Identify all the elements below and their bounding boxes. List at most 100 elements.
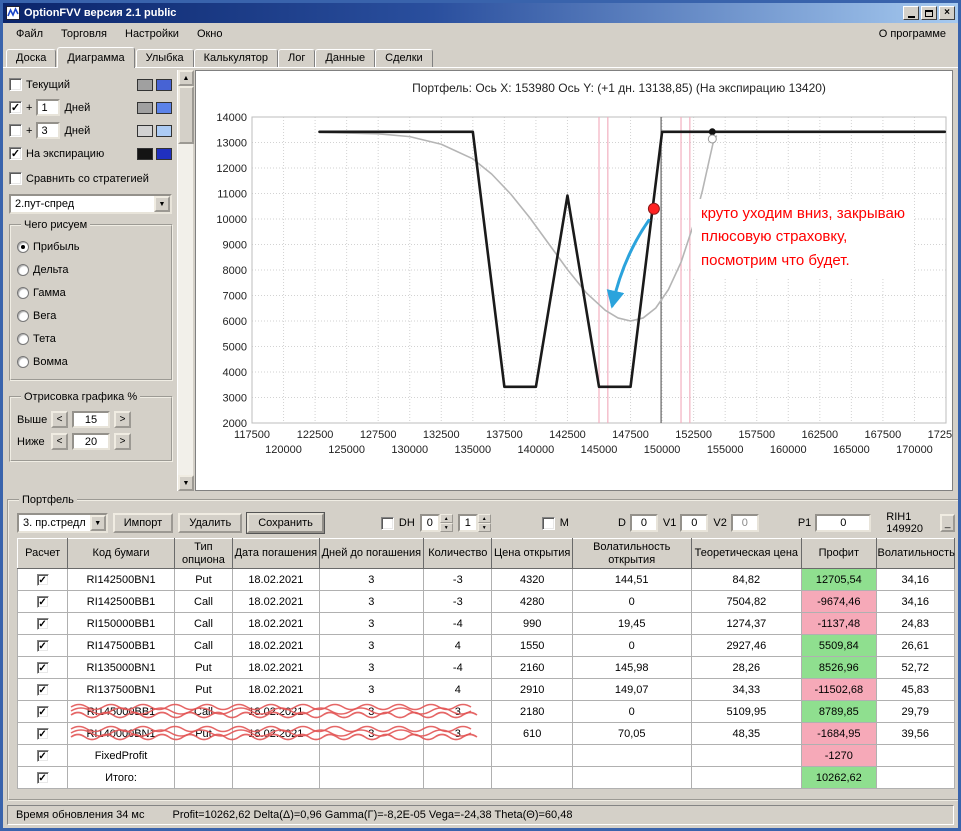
draw-radio[interactable]	[17, 332, 29, 345]
cell	[173, 766, 234, 790]
menu-item[interactable]: Настройки	[116, 25, 188, 43]
row-checkbox[interactable]: ✓	[36, 684, 49, 697]
svg-text:9000: 9000	[223, 240, 247, 252]
row-checkbox[interactable]: ✓	[36, 596, 49, 609]
spin-up-icon[interactable]: ▲	[439, 514, 453, 523]
row-checkbox[interactable]: ✓	[36, 706, 49, 719]
spin-down-icon[interactable]: ▼	[439, 523, 453, 532]
cell: 610	[491, 722, 573, 746]
cell: RI147500BB1	[67, 634, 175, 658]
series-checkbox[interactable]: ✓	[9, 101, 22, 114]
cell: 18.02.2021	[232, 590, 320, 614]
tab-6[interactable]: Сделки	[375, 49, 433, 67]
color-swatch[interactable]	[137, 124, 153, 137]
dh-checkbox[interactable]	[380, 516, 394, 530]
series-prefix: +	[26, 101, 33, 114]
maximize-button[interactable]	[921, 6, 937, 20]
profit-cell: -1684,95	[801, 722, 877, 746]
draw-option-row: Вомма	[17, 351, 165, 372]
color-swatch[interactable]	[137, 78, 153, 91]
days-input[interactable]: 1	[36, 99, 61, 116]
draw-radio[interactable]	[17, 355, 29, 368]
close-button[interactable]: ×	[939, 6, 955, 20]
portfolio-chart[interactable]: 14000 13000 12000 11000 10000 9000 8000 7000 600…	[196, 101, 952, 489]
import-button[interactable]: Импорт	[112, 513, 174, 533]
dh-spinner-2[interactable]: 1 ▲ ▼	[457, 514, 491, 532]
color-swatch[interactable]	[156, 147, 172, 160]
spin-down-icon[interactable]: ▼	[477, 523, 491, 532]
draw-radio[interactable]	[17, 240, 29, 253]
series-checkbox[interactable]: ✓	[9, 147, 22, 160]
p1-field[interactable]: 0	[815, 514, 872, 532]
draw-radio[interactable]	[17, 309, 29, 322]
column-header: Код бумаги	[67, 537, 175, 570]
cell: 7504,82	[690, 590, 803, 614]
chevron-down-icon[interactable]: ▼	[89, 515, 106, 531]
decrease-button[interactable]: <	[51, 411, 68, 428]
row-checkbox[interactable]: ✓	[36, 772, 49, 785]
spin-up-icon[interactable]: ▲	[477, 514, 491, 523]
row-checkbox[interactable]: ✓	[36, 574, 49, 587]
v1-field[interactable]: 0	[680, 514, 709, 532]
color-swatch[interactable]	[156, 124, 172, 137]
chart-annotation: круто уходим вниз, закрываю плюсовую стра…	[692, 199, 915, 277]
increase-button[interactable]: >	[114, 411, 131, 428]
menu-about[interactable]: О программе	[871, 25, 954, 43]
tab-0[interactable]: Доска	[6, 49, 57, 67]
draw-option-label: Дельта	[33, 263, 69, 276]
annotation-line: плюсовую страховку,	[701, 228, 848, 246]
dh-label: DH	[398, 517, 415, 529]
range-value-field[interactable]: 20	[72, 433, 110, 450]
tab-4[interactable]: Лог	[278, 49, 316, 67]
row-checkbox[interactable]: ✓	[36, 640, 49, 653]
dh-spinner-1[interactable]: 0 ▲ ▼	[419, 514, 453, 532]
row-checkbox[interactable]: ✓	[36, 728, 49, 741]
decrease-button[interactable]: <	[51, 433, 68, 450]
days-input[interactable]: 3	[36, 122, 61, 139]
svg-text:150000: 150000	[644, 444, 681, 456]
menu-item[interactable]: Окно	[188, 25, 232, 43]
scroll-down-icon[interactable]: ▼	[178, 475, 194, 491]
compare-checkbox[interactable]	[9, 172, 22, 185]
color-swatch[interactable]	[137, 147, 153, 160]
scrollbar-thumb[interactable]	[178, 86, 194, 144]
cell: RI150000BB1	[67, 612, 175, 636]
row-checkbox[interactable]: ✓	[36, 618, 49, 631]
preset-dropdown[interactable]: 3. пр.стредл ▼	[17, 513, 108, 533]
cell: 28,26	[690, 656, 803, 680]
minimize-button[interactable]	[903, 6, 919, 20]
draw-radio[interactable]	[17, 286, 29, 299]
row-checkbox[interactable]: ✓	[36, 750, 49, 763]
menu-item[interactable]: Торговля	[52, 25, 116, 43]
color-swatch[interactable]	[156, 101, 172, 114]
tab-2[interactable]: Улыбка	[135, 49, 194, 67]
misc-button[interactable]: _	[940, 514, 955, 532]
chevron-down-icon[interactable]: ▼	[154, 196, 170, 212]
range-value-field[interactable]: 15	[72, 411, 110, 428]
series-label: На экспирацию	[26, 147, 105, 160]
d-field[interactable]: 0	[629, 514, 658, 532]
cell: Put	[173, 722, 234, 746]
tab-3[interactable]: Калькулятор	[193, 49, 279, 67]
series-checkbox[interactable]	[9, 78, 22, 91]
color-swatch[interactable]	[137, 101, 153, 114]
delete-button[interactable]: Удалить	[178, 513, 243, 533]
increase-button[interactable]: >	[114, 433, 131, 450]
tab-1[interactable]: Диаграмма	[57, 47, 135, 68]
compare-label: Сравнить со стратегией	[26, 172, 149, 185]
save-button[interactable]: Сохранить	[246, 512, 325, 534]
row-checkbox[interactable]: ✓	[36, 662, 49, 675]
tab-5[interactable]: Данные	[315, 49, 376, 67]
menu-item[interactable]: Файл	[7, 25, 52, 43]
draw-radio[interactable]	[17, 263, 29, 276]
side-scrollbar[interactable]: ▲ ▼	[177, 70, 194, 491]
color-swatch[interactable]	[156, 78, 172, 91]
cell: 24,83	[875, 612, 955, 636]
scroll-up-icon[interactable]: ▲	[178, 70, 194, 86]
strategy-dropdown[interactable]: 2.пут-спред ▼	[9, 194, 172, 214]
cell	[232, 744, 320, 768]
cell: 18.02.2021	[232, 634, 320, 658]
m-checkbox[interactable]	[541, 516, 555, 530]
series-checkbox[interactable]	[9, 124, 22, 137]
cell: 70,05	[571, 722, 692, 746]
